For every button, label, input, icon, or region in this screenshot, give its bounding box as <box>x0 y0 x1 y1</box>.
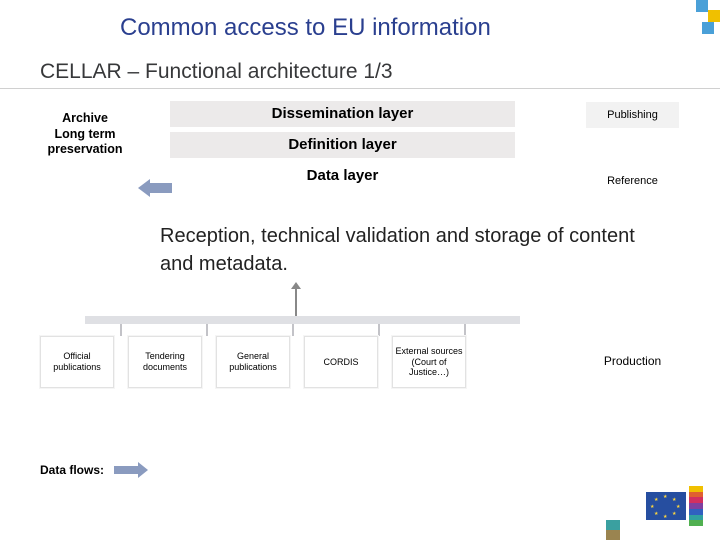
connector-bar <box>85 316 520 324</box>
page-title: Common access to EU information <box>0 0 720 46</box>
diagram-layers: Archive Long term preservation Dissemina… <box>40 101 680 216</box>
arrow-up-icon <box>295 288 297 316</box>
diagram-sources: Official publications Tendering document… <box>40 316 680 406</box>
footer-decoration <box>606 520 620 540</box>
connector-stub <box>464 324 466 336</box>
source-cordis: CORDIS <box>304 336 378 388</box>
spacer <box>585 134 680 162</box>
production-box: Production <box>585 336 680 386</box>
layer-definition: Definition layer <box>170 132 515 158</box>
layer-dissemination: Dissemination layer <box>170 101 515 127</box>
upflow-arrow <box>40 288 680 316</box>
caption-text: Reception, technical validation and stor… <box>0 216 720 278</box>
eu-flag-logo: ★ ★ ★ ★ ★ ★ ★ ★ <box>646 486 704 526</box>
layer-data: Data layer <box>170 163 515 189</box>
data-flows-label: Data flows: <box>40 463 104 477</box>
right-column: Publishing Reference <box>585 101 680 200</box>
archive-line: Long term <box>40 127 130 143</box>
arrow-right-icon <box>114 462 148 478</box>
source-general-publications: General publications <box>216 336 290 388</box>
connector-stub <box>206 324 208 336</box>
archive-line: Archive <box>40 111 130 127</box>
archive-line: preservation <box>40 142 130 158</box>
connector-stub <box>120 324 122 336</box>
source-official-publications: Official publications <box>40 336 114 388</box>
layer-stack: Dissemination layer Definition layer Dat… <box>170 101 515 194</box>
data-flows-legend: Data flows: <box>40 462 148 478</box>
source-tendering-documents: Tendering documents <box>128 336 202 388</box>
archive-box: Archive Long term preservation <box>40 111 130 158</box>
arrow-left-icon <box>138 179 172 197</box>
connector-stub <box>292 324 294 336</box>
connector-stub <box>378 324 380 336</box>
page-subtitle: CELLAR – Functional architecture 1/3 <box>0 46 720 89</box>
reference-box: Reference <box>585 167 680 195</box>
source-external: External sources (Court of Justice…) <box>392 336 466 388</box>
publishing-box: Publishing <box>585 101 680 129</box>
corner-decoration <box>680 0 720 30</box>
